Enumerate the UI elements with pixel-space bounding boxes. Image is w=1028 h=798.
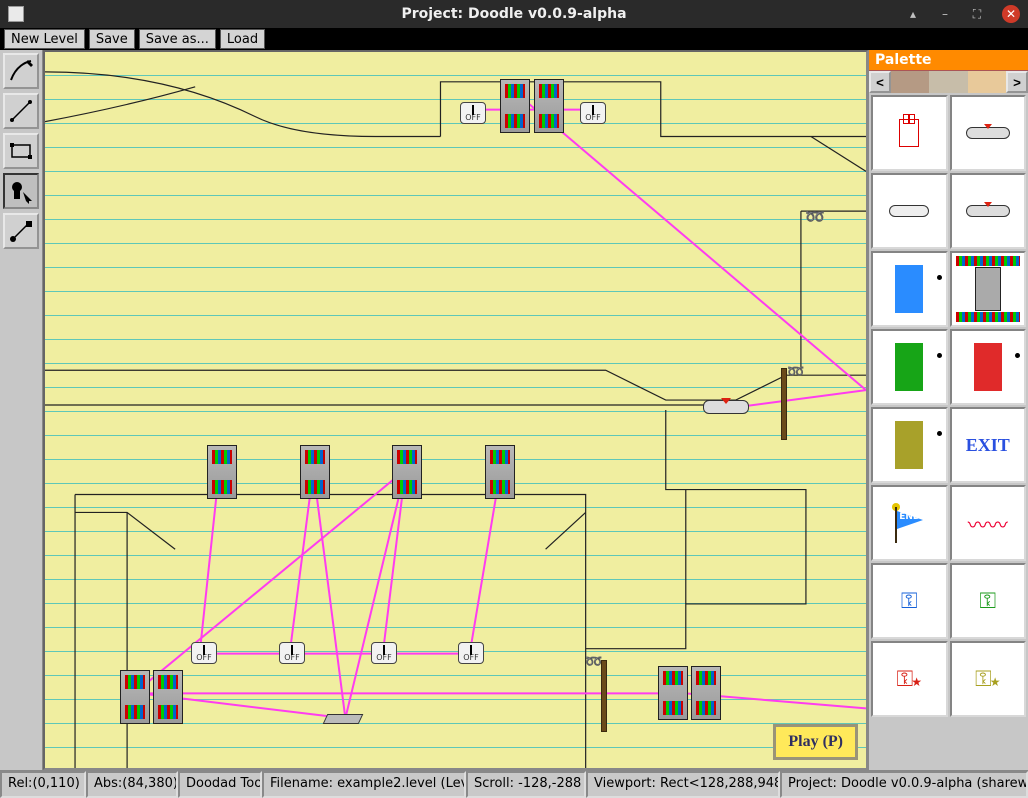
palette-item-button-arrow[interactable] (950, 173, 1027, 249)
door-elevator-icon (975, 267, 1001, 311)
elevator-door-icon[interactable] (300, 445, 330, 499)
line-tool[interactable] (3, 93, 39, 129)
status-filename: Filename: example2.level (Level) (262, 771, 466, 798)
palette-item-key-blue[interactable]: ⚿ (871, 563, 948, 639)
switch-off-icon[interactable]: OFF (371, 642, 397, 664)
end-flag-icon: END (889, 503, 929, 543)
palette-item-key-green[interactable]: ⚿ (950, 563, 1027, 639)
ramp-icon[interactable] (323, 714, 364, 724)
canvas[interactable]: OFF OFF ➿ ➿ OFF OFF OFF OFF (43, 50, 868, 770)
canvas-background: OFF OFF ➿ ➿ OFF OFF OFF OFF (45, 52, 866, 768)
trapdoor-icon (966, 127, 1010, 139)
fire-icon: 〰〰 (968, 509, 1008, 538)
elevator-door-icon[interactable] (153, 670, 183, 724)
elevator-door-icon[interactable] (691, 666, 721, 720)
palette-color-strip[interactable] (891, 71, 1006, 93)
menu-save[interactable]: Save (89, 29, 135, 49)
status-viewport: Viewport: Rect<128,288,948,1 (586, 771, 780, 798)
window-title: Project: Doodle v0.0.9-alpha (401, 6, 626, 22)
freehand-tool[interactable] (3, 53, 39, 89)
azulian-red-icon (899, 119, 919, 147)
palette-item-fire-hazard[interactable]: 〰〰 (950, 485, 1027, 561)
status-scroll: Scroll: -128,-288 (466, 771, 586, 798)
trapdoor-button-icon[interactable] (703, 400, 749, 414)
door-green-icon (895, 343, 923, 391)
switch-off-icon[interactable]: OFF (460, 102, 486, 124)
status-abs: Abs:(84,380) (86, 771, 178, 798)
palette-title: Palette (869, 50, 1028, 71)
door-yellow-icon (895, 421, 923, 469)
palette-grid: EXIT END 〰〰 ⚿ ⚿ ⚿★ ⚿★ (869, 93, 1028, 770)
elevator-door-icon[interactable] (207, 445, 237, 499)
elevator-door-icon[interactable] (658, 666, 688, 720)
palette-next-button[interactable]: > (1006, 71, 1028, 93)
palette-item-trapdoor-down[interactable] (950, 95, 1027, 171)
palette-item-key-yellow[interactable]: ⚿★ (950, 641, 1027, 717)
elevator-door-icon[interactable] (485, 445, 515, 499)
palette-item-button-plain[interactable] (871, 173, 948, 249)
elevator-door-icon[interactable] (392, 445, 422, 499)
window-up-icon[interactable]: ▴ (906, 7, 920, 21)
statusbar: Rel:(0,110) Abs:(84,380) Doodad Tool Fil… (0, 770, 1028, 798)
toolbox (0, 50, 43, 770)
elevator-door-icon[interactable] (500, 79, 530, 133)
button-plain-icon (889, 205, 929, 217)
palette-item-door-elevator[interactable] (950, 251, 1027, 327)
switch-off-icon[interactable]: OFF (458, 642, 484, 664)
workarea: OFF OFF ➿ ➿ OFF OFF OFF OFF (0, 50, 1028, 770)
spring-icon[interactable]: ➿ (787, 364, 804, 380)
palette-item-door-blue[interactable] (871, 251, 948, 327)
app-icon (8, 6, 24, 22)
switch-off-icon[interactable]: OFF (191, 642, 217, 664)
palette-item-key-red[interactable]: ⚿★ (871, 641, 948, 717)
key-green-icon: ⚿ (979, 589, 996, 614)
door-red-icon (974, 343, 1002, 391)
key-yellow-icon: ⚿★ (975, 667, 1001, 692)
key-blue-icon: ⚿ (901, 589, 918, 614)
palette-item-azulian-red[interactable] (871, 95, 948, 171)
switch-off-icon[interactable]: OFF (279, 642, 305, 664)
button-arrow-icon (966, 205, 1010, 217)
elevator-door-icon[interactable] (120, 670, 150, 724)
wood-pole-icon[interactable] (601, 660, 607, 732)
doodad-tool[interactable] (3, 173, 39, 209)
palette-item-exit-sign[interactable]: EXIT (950, 407, 1027, 483)
palette-panel: Palette < > EXIT END 〰〰 ⚿ ⚿ ⚿★ ⚿★ (868, 50, 1028, 770)
door-blue-icon (895, 265, 923, 313)
menu-load[interactable]: Load (220, 29, 265, 49)
spring-icon[interactable]: ➿ (585, 654, 602, 670)
spring-icon[interactable]: ➿ (805, 207, 825, 226)
window-maximize-icon[interactable]: ⛶ (970, 7, 984, 21)
elevator-door-icon[interactable] (534, 79, 564, 133)
status-rel: Rel:(0,110) (0, 771, 86, 798)
menu-new-level[interactable]: New Level (4, 29, 85, 49)
menu-save-as[interactable]: Save as... (139, 29, 216, 49)
exit-sign-icon: EXIT (966, 435, 1010, 456)
play-button[interactable]: Play (P) (773, 724, 858, 760)
palette-item-door-yellow[interactable] (871, 407, 948, 483)
palette-nav: < > (869, 71, 1028, 93)
status-tool: Doodad Tool (178, 771, 262, 798)
rectangle-tool[interactable] (3, 133, 39, 169)
window-titlebar: Project: Doodle v0.0.9-alpha ▴ – ⛶ ✕ (0, 0, 1028, 28)
palette-item-end-flag[interactable]: END (871, 485, 948, 561)
menubar: New Level Save Save as... Load (0, 28, 1028, 50)
link-tool[interactable] (3, 213, 39, 249)
palette-item-door-green[interactable] (871, 329, 948, 405)
palette-item-door-red[interactable] (950, 329, 1027, 405)
window-minimize-icon[interactable]: – (938, 7, 952, 21)
status-project: Project: Doodle v0.0.9-alpha (shareware) (780, 771, 1028, 798)
palette-prev-button[interactable]: < (869, 71, 891, 93)
switch-off-icon[interactable]: OFF (580, 102, 606, 124)
key-red-icon: ⚿★ (896, 667, 922, 692)
window-close-icon[interactable]: ✕ (1002, 5, 1020, 23)
